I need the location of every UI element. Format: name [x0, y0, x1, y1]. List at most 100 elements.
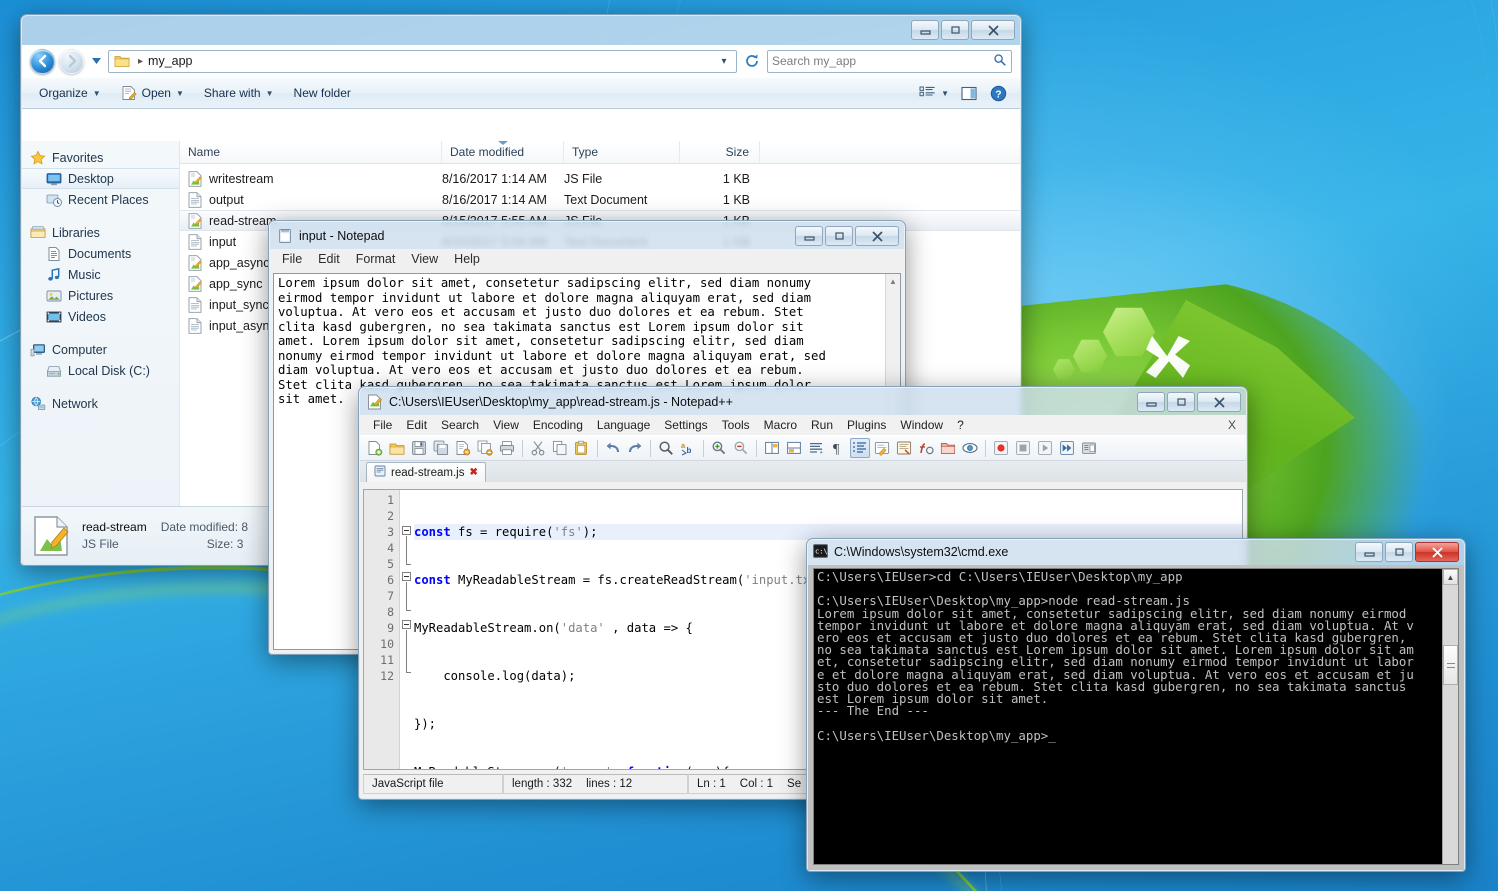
undo-icon[interactable]	[603, 438, 623, 458]
close-button[interactable]	[855, 226, 899, 246]
save-icon[interactable]	[409, 438, 429, 458]
maximize-button[interactable]	[1385, 542, 1413, 562]
cut-icon[interactable]	[528, 438, 548, 458]
cmd-console-output[interactable]: C:\Users\IEUser>cd C:\Users\IEUser\Deskt…	[814, 569, 1442, 864]
monitoring-icon[interactable]	[960, 438, 980, 458]
fold-toggle-icon[interactable]	[402, 526, 411, 535]
search-box[interactable]: Search my_app	[767, 49, 1012, 73]
search-input[interactable]: Search my_app	[772, 54, 856, 68]
macro-play-icon[interactable]	[1035, 438, 1055, 458]
menu-item-format[interactable]: Format	[348, 250, 404, 269]
sync-vertical-icon[interactable]	[762, 438, 782, 458]
sidebar-item-libraries[interactable]: Libraries	[22, 222, 179, 243]
zoom-out-icon[interactable]	[731, 438, 751, 458]
print-icon[interactable]	[497, 438, 517, 458]
sidebar-item-pictures[interactable]: Pictures	[22, 285, 179, 306]
document-map-icon[interactable]	[894, 438, 914, 458]
macro-record-icon[interactable]	[991, 438, 1011, 458]
table-row[interactable]: output 8/16/2017 1:14 AM Text Document 1…	[180, 189, 1020, 210]
sync-horizontal-icon[interactable]	[784, 438, 804, 458]
word-wrap-icon[interactable]	[806, 438, 826, 458]
address-dropdown-icon[interactable]: ▾	[716, 56, 732, 67]
menu-item-file[interactable]: File	[274, 250, 310, 269]
menu-item-run[interactable]: Run	[804, 416, 840, 434]
code-folding-column[interactable]	[400, 490, 414, 769]
organize-button[interactable]: Organize ▼	[30, 81, 110, 105]
history-dropdown-icon[interactable]	[88, 50, 104, 72]
menu-item-macro[interactable]: Macro	[757, 416, 804, 434]
refresh-button[interactable]	[741, 50, 763, 72]
explorer-navigation-pane[interactable]: Favorites Desktop Recent Places Librarie…	[22, 141, 180, 506]
notepadpp-menu-bar[interactable]: File Edit Search View Encoding Language …	[360, 415, 1246, 435]
macro-play-multiple-icon[interactable]	[1057, 438, 1077, 458]
breadcrumb-folder[interactable]: my_app	[148, 54, 192, 68]
sidebar-item-computer[interactable]: Computer	[22, 339, 179, 360]
notepad-window-controls[interactable]	[795, 226, 899, 246]
maximize-button[interactable]	[1167, 392, 1195, 412]
notepad-title-bar[interactable]: input - Notepad	[269, 221, 905, 251]
file-name-cell[interactable]: output	[180, 191, 442, 208]
notepadpp-tab-bar[interactable]: read-stream.js ✖	[360, 461, 1246, 482]
explorer-window-controls[interactable]	[911, 20, 1015, 40]
close-icon[interactable]: ✖	[470, 467, 478, 478]
show-all-chars-icon[interactable]: ¶	[828, 438, 848, 458]
find-icon[interactable]	[656, 438, 676, 458]
maximize-button[interactable]	[941, 20, 969, 40]
sidebar-item-documents[interactable]: Documents	[22, 243, 179, 264]
sidebar-item-music[interactable]: Music	[22, 264, 179, 285]
cmd-window-controls[interactable]	[1355, 542, 1459, 562]
menu-item-view[interactable]: View	[486, 416, 526, 434]
notepad-menu-bar[interactable]: File Edit Format View Help	[270, 249, 904, 270]
menu-item-encoding[interactable]: Encoding	[526, 416, 590, 434]
minimize-button[interactable]	[1355, 542, 1383, 562]
sidebar-item-favorites[interactable]: Favorites	[22, 147, 179, 168]
paste-icon[interactable]	[572, 438, 592, 458]
menu-item-edit[interactable]: Edit	[310, 250, 348, 269]
new-file-icon[interactable]	[365, 438, 385, 458]
column-header-date-modified[interactable]: Date modified	[442, 141, 564, 163]
menu-item-window[interactable]: Window	[893, 416, 950, 434]
close-file-icon[interactable]	[453, 438, 473, 458]
notepadpp-toolbar[interactable]: ab ¶	[360, 435, 1246, 461]
explorer-title-bar[interactable]	[21, 15, 1021, 45]
menu-item-help[interactable]: ?	[950, 416, 971, 434]
help-button[interactable]: ?	[985, 81, 1012, 105]
macro-save-icon[interactable]	[1079, 438, 1099, 458]
tab-read-stream-js[interactable]: read-stream.js ✖	[366, 462, 486, 482]
save-all-icon[interactable]	[431, 438, 451, 458]
column-header-size[interactable]: Size	[680, 141, 760, 163]
close-button[interactable]	[1197, 392, 1241, 412]
scrollbar-thumb[interactable]	[1443, 645, 1458, 685]
sidebar-item-local-disk[interactable]: Local Disk (C:)	[22, 360, 179, 381]
user-defined-language-icon[interactable]	[872, 438, 892, 458]
sidebar-item-desktop[interactable]: Desktop	[22, 168, 179, 189]
column-header-type[interactable]: Type	[564, 141, 680, 163]
cmd-scrollbar[interactable]: ▲	[1442, 569, 1458, 864]
sidebar-item-recent-places[interactable]: Recent Places	[22, 189, 179, 210]
menu-item-edit[interactable]: Edit	[399, 416, 434, 434]
table-row[interactable]: writestream 8/16/2017 1:14 AM JS File 1 …	[180, 168, 1020, 189]
macro-stop-icon[interactable]	[1013, 438, 1033, 458]
change-view-button[interactable]: ▼	[914, 81, 954, 105]
menu-item-help[interactable]: Help	[446, 250, 488, 269]
zoom-in-icon[interactable]	[709, 438, 729, 458]
forward-button[interactable]	[59, 48, 84, 74]
minimize-button[interactable]	[911, 20, 939, 40]
sidebar-item-network[interactable]: Network	[22, 393, 179, 414]
open-file-icon[interactable]	[387, 438, 407, 458]
sidebar-item-videos[interactable]: Videos	[22, 306, 179, 327]
menu-item-plugins[interactable]: Plugins	[840, 416, 893, 434]
chevron-down-icon[interactable]: ▼	[941, 89, 949, 98]
copy-icon[interactable]	[550, 438, 570, 458]
back-button[interactable]	[30, 48, 55, 74]
menu-item-settings[interactable]: Settings	[657, 416, 714, 434]
fold-toggle-icon[interactable]	[402, 572, 411, 581]
scroll-up-icon[interactable]: ▲	[886, 274, 900, 289]
file-name-cell[interactable]: writestream	[180, 170, 442, 187]
address-bar[interactable]: ▸ my_app ▾	[108, 49, 737, 73]
close-all-icon[interactable]	[475, 438, 495, 458]
folder-as-workspace-icon[interactable]	[938, 438, 958, 458]
menu-item-language[interactable]: Language	[590, 416, 657, 434]
scroll-up-icon[interactable]: ▲	[1443, 569, 1458, 585]
preview-pane-button[interactable]	[956, 81, 983, 105]
